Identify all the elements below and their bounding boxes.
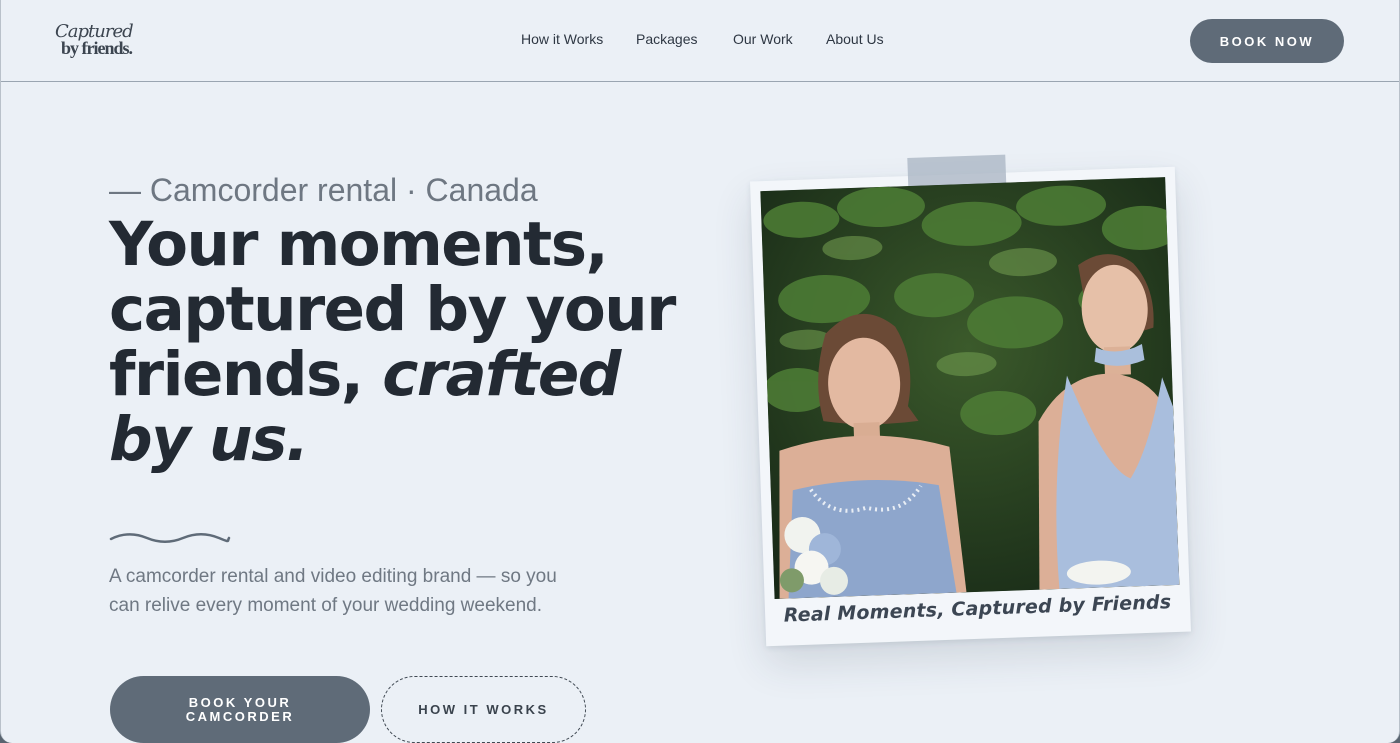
book-camcorder-label-2: CAMCORDER (185, 708, 295, 724)
headline-italic-crafted: crafted (382, 339, 621, 410)
book-now-button[interactable]: BOOK NOW (1190, 19, 1344, 63)
book-camcorder-button[interactable]: BOOK YOUR CAMCORDER (110, 676, 370, 743)
how-it-works-button[interactable]: HOW IT WORKS (381, 676, 586, 743)
wave-divider-icon (109, 533, 231, 543)
nav-link-our-work[interactable]: Our Work (733, 31, 793, 47)
page: Captured by friends. How it Works Packag… (0, 0, 1400, 743)
headline-italic-by-us: by us. (109, 404, 309, 475)
hero-eyebrow: — Camcorder rental · Canada (109, 172, 538, 208)
nav-link-how-it-works[interactable]: How it Works (521, 31, 603, 47)
nav-link-about-us[interactable]: About Us (826, 31, 884, 47)
book-camcorder-label-1: BOOK YOUR (188, 694, 292, 710)
bridesmaids-photo (760, 177, 1180, 599)
headline-line-2: captured by your (109, 274, 676, 345)
nav-link-packages[interactable]: Packages (636, 31, 697, 47)
polaroid-card: Real Moments, Captured by Friends (750, 154, 1191, 647)
hero-headline: Your moments, captured by your friends, … (109, 212, 709, 472)
headline-line-3: friends, (109, 339, 383, 410)
bridesmaids-photo-illustration (760, 177, 1180, 599)
headline-line-1: Your moments, (109, 209, 609, 280)
hero-description: A camcorder rental and video editing bra… (109, 566, 557, 616)
site-header: Captured by friends. How it Works Packag… (1, 0, 1399, 82)
